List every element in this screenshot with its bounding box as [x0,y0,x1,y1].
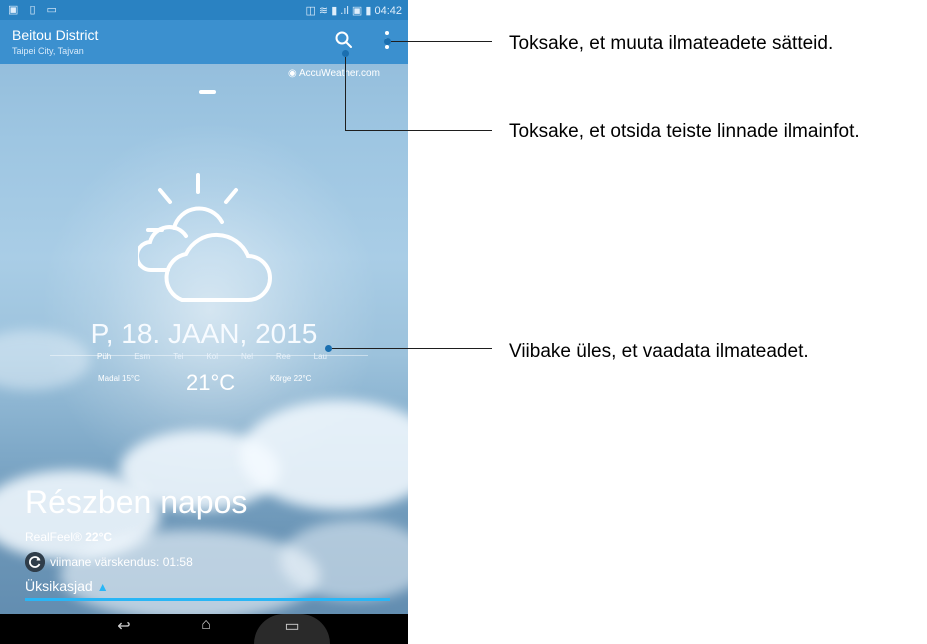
low-temp: Madal 15°C [98,374,140,383]
location-name[interactable]: Beitou District [12,27,98,43]
partly-sunny-icon [138,173,272,302]
drag-handle[interactable] [199,90,216,94]
day-label[interactable]: Nel [241,352,253,361]
app-header: Beitou District Taipei City, Tajvan [0,20,408,64]
annotation-swipe: Viibake üles, et vaadata ilmateadet. [509,341,809,362]
high-temp: Kõrge 22°C [270,374,312,383]
day-selector[interactable]: Püh Esm Tei Kol Nel Ree Lau [97,352,327,361]
current-temp: 21°C [186,370,236,395]
realfeel: RealFeel® 22°C [25,530,112,544]
location-subtitle: Taipei City, Tajvan [12,46,84,56]
pointer-dot [342,50,349,57]
pointer-line [345,57,346,130]
details-bar [25,598,390,601]
day-label[interactable]: Kol [206,352,218,361]
refresh-icon[interactable] [25,552,45,572]
day-label[interactable]: Lau [314,352,327,361]
back-icon[interactable]: ↩ [112,616,136,642]
annotation-settings: Toksake, et muuta ilmateadete sätteid. [509,33,834,54]
pointer-line [332,348,492,349]
day-label[interactable]: Tei [173,352,183,361]
realfeel-value: 22°C [85,530,113,544]
status-bar: ▣ ▯ ▭ ◫ ≋ ▮ .ıl ▣ ▮ 04:42 [0,0,408,20]
status-left-icons: ▣ ▯ ▭ [8,4,61,16]
navigation-bar: ↩ ⌂ ▭ [0,614,408,644]
weather-condition: Részben napos [25,484,248,520]
forecast-date: P, 18. JAAN, 2015 [90,318,318,349]
pointer-dot [325,345,332,352]
phone-screen: ▣ ▯ ▭ ◫ ≋ ▮ .ıl ▣ ▮ 04:42 Beitou Distric… [0,0,408,644]
accuweather-logo[interactable]: ◉ AccuWeather.com [288,68,380,79]
day-label[interactable]: Ree [276,352,291,361]
day-label[interactable]: Püh [97,352,111,361]
pointer-line [391,41,492,42]
annotation-search: Toksake, et otsida teiste linnade ilmain… [509,121,860,142]
search-icon[interactable] [334,30,354,50]
last-updated: viimane värskendus: 01:58 [50,555,193,569]
recents-icon[interactable]: ▭ [280,616,304,642]
home-icon[interactable]: ⌂ [194,616,218,642]
accuweather-logo-icon: ◉ [288,68,299,79]
day-label[interactable]: Esm [134,352,150,361]
status-right-indicators: ◫ ≋ ▮ .ıl ▣ ▮ 04:42 [305,5,402,17]
details-label: Üksikasjad [25,578,93,594]
pointer-dot [384,38,391,45]
realfeel-label: RealFeel® [25,530,82,544]
details-toggle[interactable]: Üksikasjad ▲ [25,578,109,594]
triangle-up-icon: ▲ [96,580,109,594]
pointer-line [345,130,492,131]
